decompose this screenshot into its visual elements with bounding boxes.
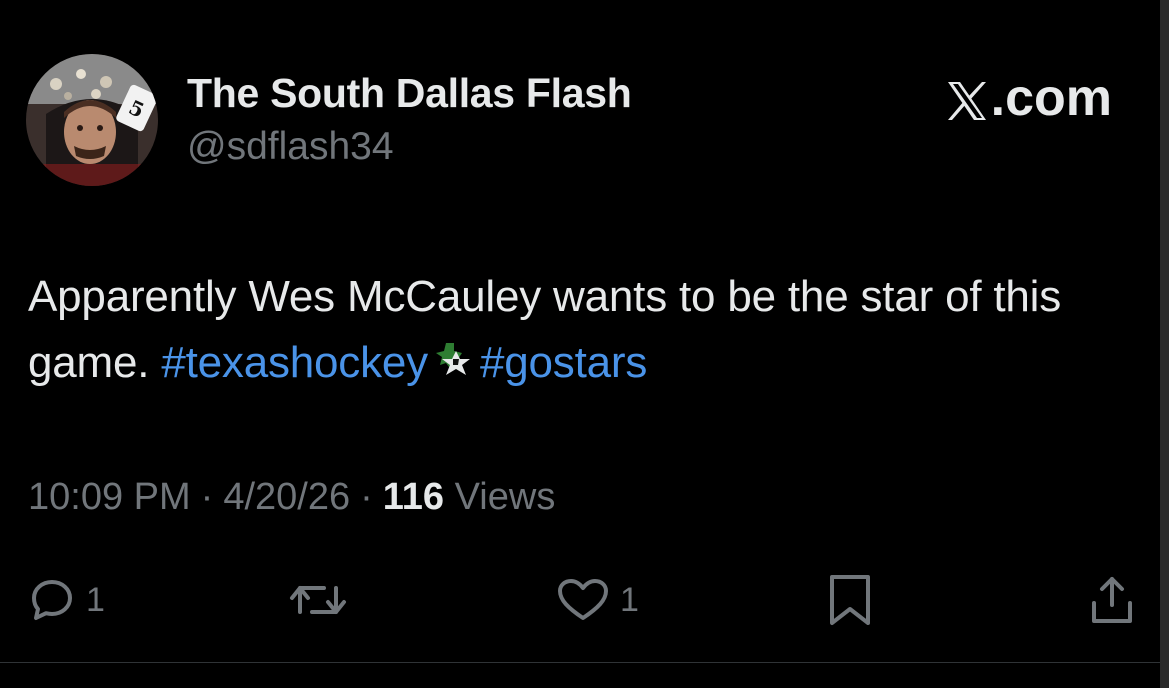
share-icon — [1088, 573, 1136, 627]
like-button[interactable]: 1 — [556, 572, 639, 628]
dallas-stars-logo-icon — [432, 334, 476, 375]
hashtag-gostars[interactable]: #gostars — [480, 338, 647, 387]
divider — [0, 662, 1160, 663]
bookmark-button[interactable] — [826, 572, 874, 628]
repost-icon — [288, 576, 348, 624]
tweet-actions: 1 1 — [0, 572, 1169, 628]
views-label: Views — [454, 476, 556, 518]
reply-count: 1 — [86, 580, 105, 619]
bookmark-icon — [826, 573, 874, 627]
reply-button[interactable]: 1 — [28, 572, 105, 628]
heart-icon — [556, 576, 610, 624]
reply-icon — [28, 576, 76, 624]
tweet-meta: 10:09 PM · 4/20/26 · 116 Views — [28, 476, 555, 519]
views-count: 116 — [382, 476, 445, 518]
tweet-time[interactable]: 10:09 PM — [28, 476, 191, 518]
author-display-name[interactable]: The South Dallas Flash — [187, 70, 632, 117]
share-button[interactable] — [1088, 572, 1136, 628]
tweet-header: 5 The South Dallas Flash @sdflash34 .com — [26, 54, 1126, 186]
meta-separator: · — [200, 476, 214, 518]
tweet-date[interactable]: 4/20/26 — [223, 476, 350, 518]
tweet-text: Apparently Wes McCauley wants to be the … — [28, 264, 1138, 396]
author-handle[interactable]: @sdflash34 — [187, 125, 394, 169]
meta-separator: · — [360, 476, 373, 518]
x-brand: .com — [945, 68, 1112, 128]
hashtag-texashockey[interactable]: #texashockey — [161, 338, 428, 387]
repost-button[interactable] — [288, 572, 348, 628]
avatar[interactable]: 5 — [26, 54, 158, 186]
brand-label: .com — [990, 69, 1112, 127]
x-logo-icon — [945, 76, 989, 120]
like-count: 1 — [620, 580, 639, 619]
